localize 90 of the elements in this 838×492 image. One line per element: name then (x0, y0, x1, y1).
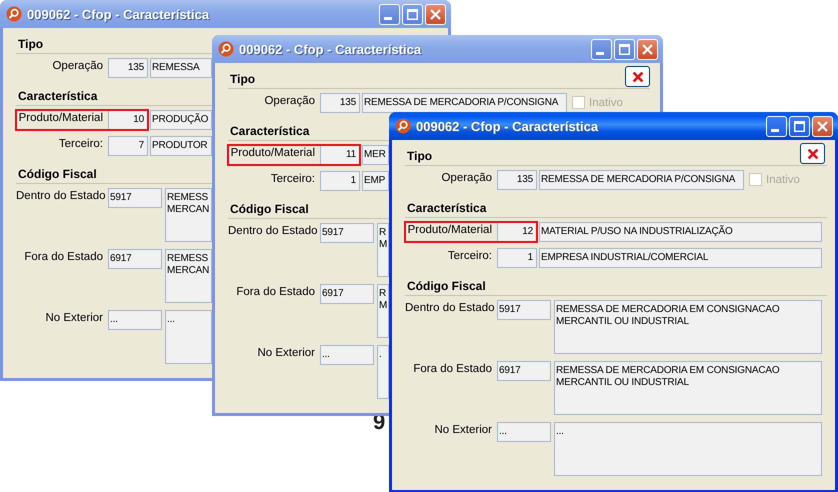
code-field[interactable]: 6917 (108, 249, 162, 269)
field-label: Terceiro: (270, 172, 316, 185)
description-field[interactable]: REMESSA DE MERCADORIA EM CONSIGNACAO MERCANTIL OU INDUSTRIAL (554, 361, 822, 415)
description-field[interactable]: ... (554, 422, 822, 476)
description-field[interactable]: REMESS MERCAN (165, 188, 212, 242)
section-heading: Característica (405, 198, 827, 218)
minimize-button[interactable] (379, 4, 400, 24)
magnifier-icon (218, 41, 234, 57)
magnifier-icon (6, 6, 22, 22)
minimize-button[interactable] (591, 38, 612, 60)
description-field[interactable]: . (377, 345, 389, 399)
field-label: Operação (51, 59, 104, 72)
description-field[interactable]: EMPRESA INDUSTRIAL/COMERCIAL (539, 248, 822, 268)
field-label: Operação (263, 94, 316, 107)
field-label: Dentro do Estado (405, 301, 496, 314)
field-label: Fora do Estado (235, 285, 316, 298)
close-icon (630, 70, 644, 84)
code-field[interactable]: 6917 (497, 361, 551, 381)
description-field[interactable]: MATERIAL P/USO NA INDUSTRIALIZAÇÃO (539, 222, 822, 242)
close-icon (806, 146, 820, 160)
description-field[interactable]: REMESSA DE MERCADORIA P/CONSIGNA (539, 170, 744, 190)
code-field[interactable]: ... (497, 422, 551, 442)
minimize-button[interactable] (766, 116, 787, 136)
code-field[interactable]: 135 (320, 93, 360, 113)
description-field[interactable]: PRODUÇÃO (150, 110, 212, 130)
field-label: No Exterior (256, 346, 316, 359)
description-field[interactable]: REMESSA DE MERCADORIA P/CONSIGNA (362, 93, 567, 113)
close-icon (642, 44, 653, 54)
description-field[interactable]: EMP (362, 171, 389, 191)
code-field[interactable]: 7 (108, 136, 148, 156)
code-field[interactable]: 1 (320, 171, 360, 191)
field-label: Terceiro: (446, 249, 493, 262)
maximize-button[interactable] (789, 116, 810, 136)
field-label: Produto/Material (18, 111, 104, 124)
code-field[interactable]: 10 (108, 110, 148, 130)
code-field[interactable]: 6917 (320, 284, 374, 304)
maximize-icon (794, 120, 805, 132)
code-field[interactable]: 12 (497, 222, 537, 242)
field-label: Dentro do Estado (228, 224, 319, 237)
code-field[interactable]: 5917 (497, 300, 551, 320)
magnifier-icon (395, 118, 411, 134)
description-field[interactable]: MER (362, 145, 389, 165)
description-field[interactable]: R M (377, 223, 389, 277)
code-field[interactable]: 5917 (320, 223, 374, 243)
code-field[interactable]: ... (108, 310, 162, 330)
minimize-icon (596, 52, 604, 55)
field-label: Dentro do Estado (16, 189, 107, 202)
field-label: Fora do Estado (412, 362, 493, 375)
section-heading: Tipo (16, 34, 212, 54)
field-label: Terceiro: (58, 137, 104, 150)
description-field[interactable]: REMESS MERCAN (165, 249, 212, 303)
section-heading: Característica (16, 86, 212, 106)
description-field[interactable]: PRODUTOR (150, 136, 212, 156)
field-label: Produto/Material (230, 146, 316, 159)
minimize-icon (770, 129, 778, 132)
field-label: Fora do Estado (23, 250, 104, 263)
code-field[interactable]: ... (320, 345, 374, 365)
code-field[interactable]: 135 (497, 170, 537, 190)
maximize-icon (619, 44, 630, 54)
window-title: 009062 - Cfop - Característica (239, 42, 422, 56)
field-label: Produto/Material (406, 223, 493, 236)
description-field[interactable]: R M (377, 284, 389, 338)
checkbox-label: Inativo (589, 96, 623, 108)
checkbox-label: Inativo (766, 174, 800, 186)
code-field[interactable]: 135 (108, 58, 148, 78)
maximize-icon (407, 8, 418, 20)
section-heading: Código Fiscal (16, 164, 212, 184)
code-field[interactable]: 5917 (108, 188, 162, 208)
maximize-button[interactable] (614, 38, 635, 60)
close-button[interactable] (812, 116, 833, 136)
code-field[interactable]: 11 (320, 145, 360, 165)
maximize-button[interactable] (402, 4, 423, 24)
close-icon (430, 8, 441, 20)
field-label: Operação (440, 171, 493, 184)
window-title: 009062 - Cfop - Característica (27, 6, 210, 22)
description-field[interactable]: ... (165, 310, 212, 364)
minimize-icon (384, 17, 392, 20)
window-title: 009062 - Cfop - Característica (416, 118, 600, 134)
close-form-button[interactable] (625, 66, 650, 87)
description-field[interactable]: REMESSA DE MERCADORIA EM CONSIGNACAO MERCANTIL OU INDUSTRIAL (554, 300, 822, 354)
description-field[interactable]: REMESSA (150, 58, 212, 78)
close-button[interactable] (637, 38, 658, 60)
field-label: No Exterior (44, 311, 104, 324)
section-heading: Tipo (405, 146, 827, 166)
field-label: No Exterior (433, 423, 493, 436)
section-heading: Código Fiscal (405, 276, 827, 296)
close-form-button[interactable] (800, 143, 825, 164)
close-icon (817, 120, 828, 132)
code-field[interactable]: 1 (497, 248, 537, 268)
close-button[interactable] (425, 4, 446, 24)
